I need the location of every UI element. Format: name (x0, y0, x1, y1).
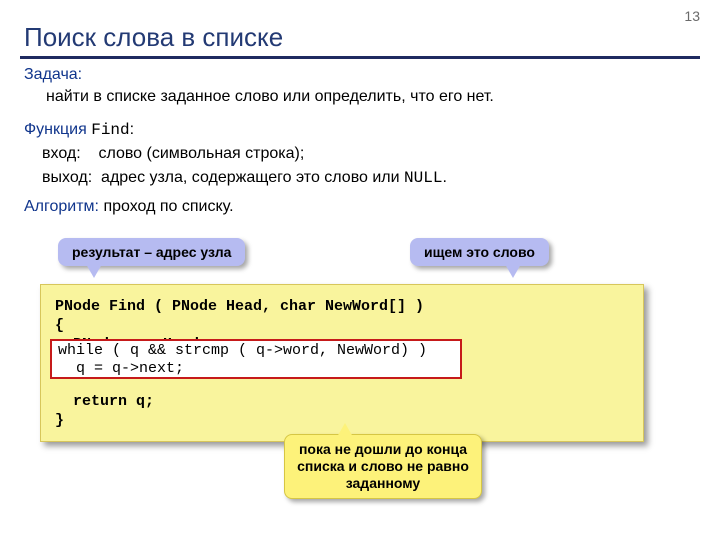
page-number: 13 (684, 8, 700, 24)
func-in-label: вход: (42, 145, 81, 162)
algorithm-block: Алгоритм: проход по списку. (24, 198, 234, 216)
slide-title: Поиск слова в списке (24, 22, 283, 53)
callout-tail-icon (505, 264, 521, 278)
task-label: Задача: (24, 66, 82, 83)
callout-result: результат – адрес узла (58, 238, 245, 266)
func-colon: : (130, 121, 134, 138)
func-label: Функция (24, 121, 87, 138)
func-out-dot: . (442, 169, 446, 186)
title-rule (20, 56, 700, 59)
algo-label: Алгоритм: (24, 198, 99, 215)
highlighted-loop: while ( q && strcmp ( q->word, NewWord) … (50, 339, 462, 379)
while-code: while ( q && strcmp ( q->word, NewWord) … (58, 342, 454, 378)
task-text: найти в списке заданное слово или опреде… (46, 86, 494, 108)
task-block: Задача: найти в списке заданное слово ил… (24, 64, 696, 108)
algo-text: проход по списку. (103, 198, 233, 215)
func-name: Find (91, 121, 129, 139)
callout-tail-icon (337, 423, 353, 437)
func-out-text: адрес узла, содержащего это слово или (101, 169, 400, 186)
func-null: NULL (404, 169, 442, 187)
func-in-text: слово (символьная строка); (98, 145, 304, 162)
callout-result-text: результат – адрес узла (72, 244, 231, 260)
callout-search: ищем это слово (410, 238, 549, 266)
func-out-label: выход: (42, 169, 92, 186)
callout-loop-text: пока не дошли до конца списка и слово не… (297, 441, 469, 491)
callout-search-text: ищем это слово (424, 244, 535, 260)
callout-loop: пока не дошли до конца списка и слово не… (284, 434, 482, 499)
callout-tail-icon (86, 264, 102, 278)
function-block: Функция Find: вход: слово (символьная ст… (24, 118, 696, 190)
